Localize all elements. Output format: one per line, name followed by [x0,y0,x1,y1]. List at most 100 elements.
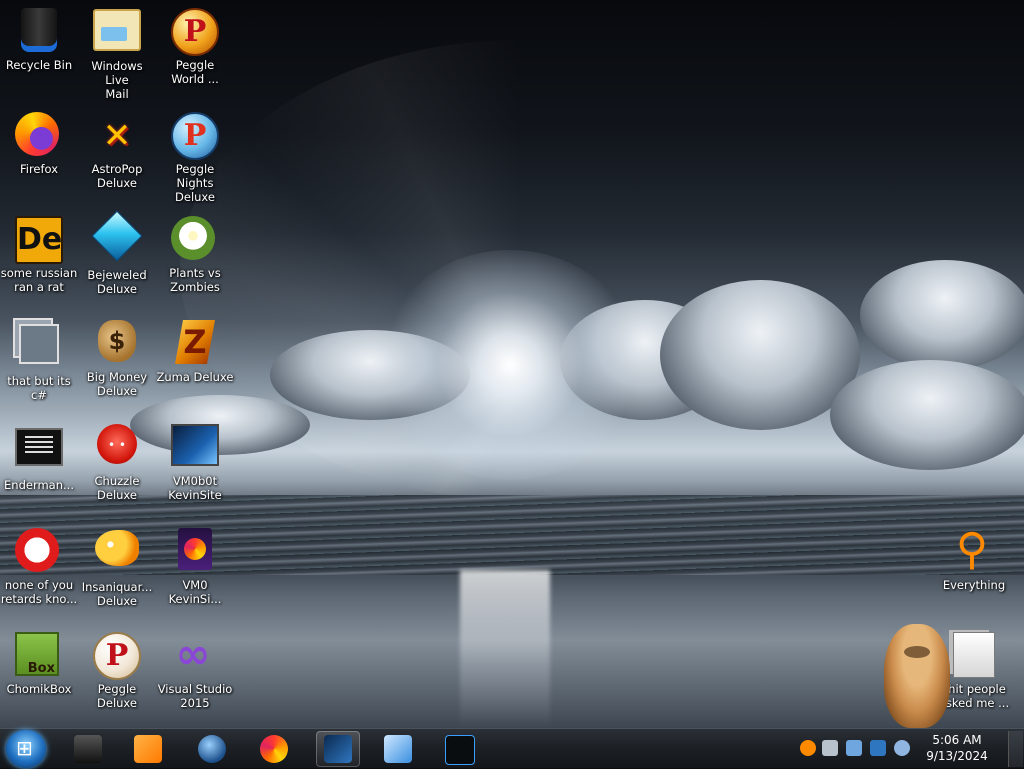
explorer-icon [74,735,102,763]
pvz-shortcut[interactable]: Plants vs Zombies [156,212,234,294]
taskbar-explorer-button[interactable] [66,731,110,767]
monitor-icon [171,424,219,466]
vm0-kevinsi-shortcut[interactable]: VM0 KevinSi... [156,524,234,606]
icon-label: Peggle [175,162,215,176]
icon-label: Windows Live [91,59,143,87]
taskbar-firefox-button[interactable] [252,731,296,767]
icon-label: 2015 [180,696,210,710]
bejeweled-shortcut[interactable]: Bejeweled Deluxe [78,210,156,296]
icon-label: Zuma Deluxe [156,370,234,384]
icon-label: ChomikBox [6,682,72,696]
globe-icon [198,735,226,763]
document-stack-icon [953,632,995,678]
that-but-csharp-shortcut[interactable]: that but its c# [0,316,78,402]
peggle-deluxe-shortcut[interactable]: P Peggle Deluxe [78,628,156,710]
show-desktop-button[interactable] [1008,731,1023,767]
network-icon[interactable] [822,740,838,756]
windows-live-mail-shortcut[interactable]: Windows Live Mail [78,4,156,101]
peggle-icon: P [171,112,219,160]
peggle-icon: P [171,8,219,56]
resource-monitor-icon [445,735,475,765]
taskbar-resource-monitor-button[interactable] [438,731,482,767]
icon-label: Chuzzle [94,474,140,488]
device-icon[interactable] [846,740,862,756]
icon-label: VM0b0t [172,474,218,488]
icon-label: Deluxe [97,282,137,296]
terminal-window-icon [15,428,63,466]
recycle-bin-icon [21,8,57,52]
taskbar-vm-viewer-button[interactable] [316,731,360,767]
icon-label: Deluxe [97,488,137,502]
peggle-icon: P [93,632,141,680]
mail-icon [93,9,141,51]
icon-label: that but its [7,374,71,388]
de-app-icon: De [15,216,63,264]
icon-label: Peggle [97,682,137,696]
firefox-shortcut[interactable]: Firefox [0,108,78,176]
firefox-icon [260,735,288,763]
taskbar-media-player-button[interactable] [126,731,170,767]
taskbar-globe-button[interactable] [190,731,234,767]
recycle-bin-shortcut[interactable]: Recycle Bin [0,4,78,72]
icon-label: Plants vs [169,266,221,280]
magnifier-icon: ⚲ [955,524,989,575]
blue-gem-icon [91,210,143,262]
icon-label: c# [31,388,47,402]
zuma-shortcut[interactable]: Z Zuma Deluxe [156,316,234,384]
icon-label: Insaniquar... [81,580,153,594]
icon-label: Firefox [19,162,59,176]
enderman-shortcut[interactable]: Enderman... [0,420,78,492]
insaniquarium-shortcut[interactable]: Insaniquar... Deluxe [78,524,156,608]
astropop-shortcut[interactable]: ✕ AstroPop Deluxe [78,108,156,190]
icon-label: Mail [105,87,129,101]
peggle-world-shortcut[interactable]: P Peggle World ... [156,4,234,86]
goldfish-icon [95,530,139,566]
chuzzle-shortcut[interactable]: ChuzzleDeluxe [78,420,156,502]
vm-viewer-icon [324,735,352,763]
desktop-icons: Recycle Bin Firefox De some russian ran a… [0,0,1024,728]
zuma-icon: Z [175,320,215,364]
visual-studio-shortcut[interactable]: ∞ Visual Studio 2015 [156,628,234,711]
big-money-shortcut[interactable]: $ Big Money Deluxe [78,316,156,398]
icon-label: Deluxe [97,176,137,190]
firefox-icon [15,112,59,156]
icon-label: retards kno... [0,592,78,606]
taskbar-remote-desktop-button[interactable] [376,731,420,767]
taskbar: 5:06 AM 9/13/2024 [0,728,1024,768]
display-icon[interactable] [870,740,886,756]
firefox-document-icon [178,528,212,570]
volume-icon[interactable] [894,740,910,756]
icon-label: Everything [942,578,1006,592]
everything-search-icon[interactable] [800,740,816,756]
icon-label: World ... [171,72,219,86]
icon-label: ran a rat [14,280,64,294]
icon-label: Big Money [86,370,148,384]
icon-label: Bejeweled [87,268,147,282]
chuzzle-icon [97,424,137,464]
flower-icon [171,216,215,260]
visual-studio-icon: ∞ [175,629,211,678]
russian-rat-shortcut[interactable]: De some russian ran a rat [0,212,78,294]
everything-shortcut[interactable]: ⚲ Everything [935,524,1013,593]
clock-date: 9/13/2024 [926,749,988,763]
astropop-icon: ✕ [102,116,132,156]
start-button[interactable] [6,730,46,768]
none-of-you-shortcut[interactable]: none of you retards kno... [0,524,78,606]
system-clock[interactable]: 5:06 AM 9/13/2024 [912,732,1002,764]
icon-label: Nights Deluxe [175,176,215,204]
stacked-windows-icon [19,324,59,364]
icon-label: Deluxe [97,696,137,710]
vm0b0t-kevinsite-shortcut[interactable]: VM0b0t KevinSite [156,420,234,502]
icon-label: Enderman... [4,478,74,492]
clock-time: 5:06 AM [932,733,982,747]
peggle-nights-shortcut[interactable]: P Peggle Nights Deluxe [156,108,234,204]
icon-label: Peggle [175,58,215,72]
chomikbox-shortcut[interactable]: Box ChomikBox [0,628,78,696]
icon-label: Zombies [170,280,220,294]
icon-label: KevinSi... [168,592,222,606]
remote-desktop-icon [384,735,412,763]
icon-label: AstroPop [91,162,143,176]
icon-label: Deluxe [97,384,137,398]
hamster-desktop-pet[interactable] [884,624,950,728]
icon-label: none of you [4,578,74,592]
